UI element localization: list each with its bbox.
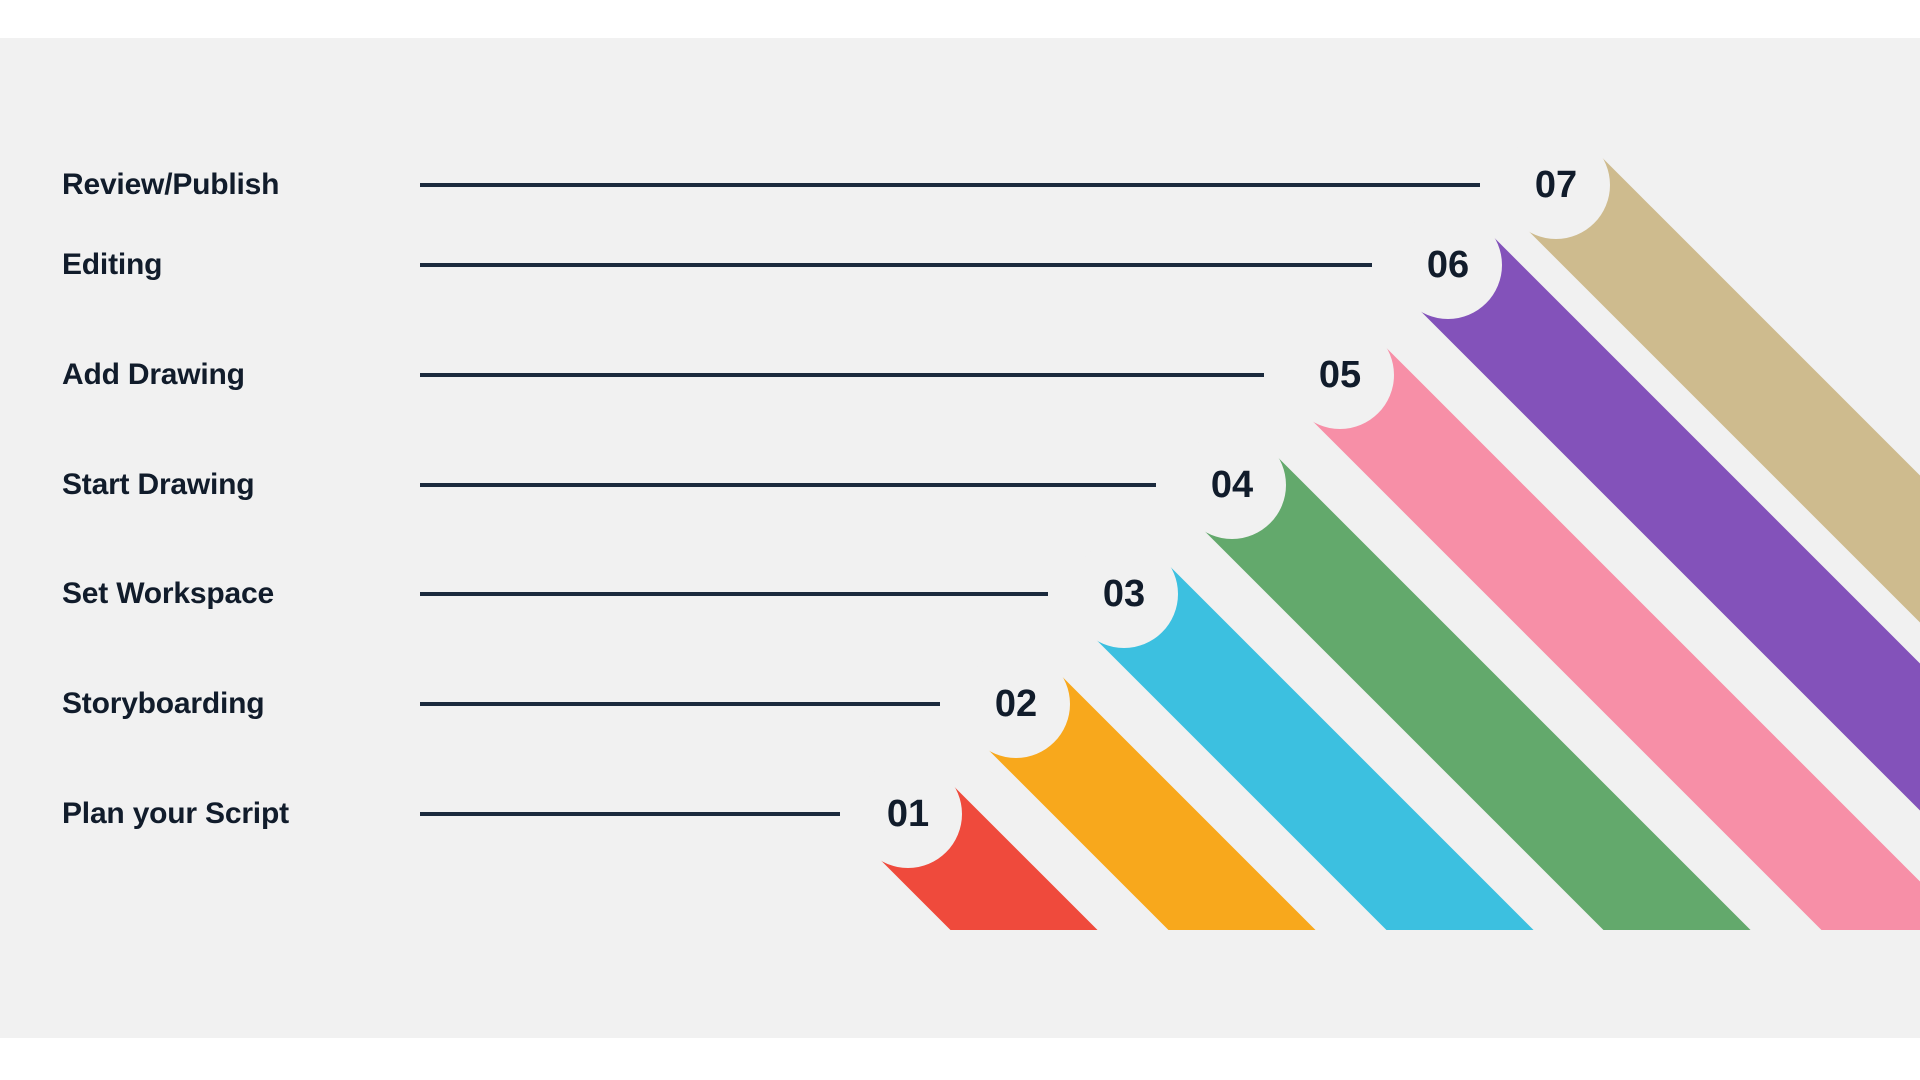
connector-line-07	[420, 183, 1480, 187]
step-label-04: Start Drawing	[62, 468, 255, 501]
infographic-canvas: Plan your Script 01 Storyboarding 02 Set…	[0, 38, 1920, 1038]
step-label-02: Storyboarding	[62, 687, 265, 720]
connector-line-05	[420, 373, 1264, 377]
connector-line-04	[420, 483, 1156, 487]
connector-line-02	[420, 702, 940, 706]
connector-line-01	[420, 812, 840, 816]
step-label-01: Plan your Script	[62, 797, 289, 830]
connector-line-03	[420, 592, 1048, 596]
step-label-05: Add Drawing	[62, 358, 245, 391]
ribbon-paths	[856, 133, 1920, 930]
step-label-03: Set Workspace	[62, 577, 274, 610]
step-label-06: Editing	[62, 248, 163, 281]
infographic-stage: Plan your Script 01 Storyboarding 02 Set…	[0, 0, 1920, 1080]
connector-line-06	[420, 263, 1372, 267]
step-label-07: Review/Publish	[62, 168, 280, 201]
